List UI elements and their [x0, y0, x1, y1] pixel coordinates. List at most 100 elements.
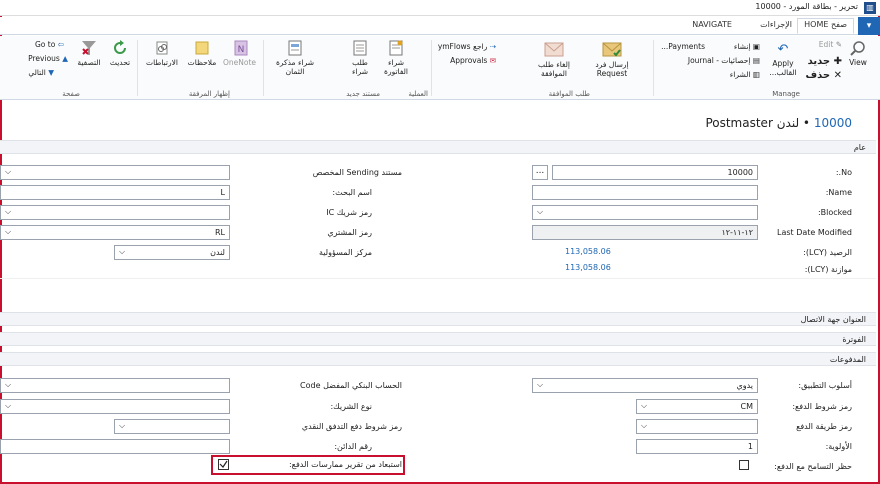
name-label: Name: [825, 188, 852, 197]
show-group-label: إظهار المرفقة [188, 90, 230, 98]
apply-template-button[interactable]: ↶ Apply القالب... [768, 42, 798, 77]
edit-icon: ✎ [835, 40, 842, 49]
edit-button[interactable]: ✎ Edit [819, 40, 842, 49]
onenote-icon: N [234, 40, 248, 56]
statistics-button[interactable]: ▤ إحصائيات - Journal [688, 56, 760, 65]
title-bar: ▥ تحرير - بطاقة المورد - 10000 [0, 0, 880, 16]
purchase-order-button[interactable]: طلب شراء [346, 40, 374, 76]
purchase-button[interactable]: ▥ الشراء [730, 70, 760, 79]
search-name-label: اسم البحث: [332, 188, 372, 197]
onenote-button[interactable]: N OneNote [223, 40, 256, 67]
go-to-button[interactable]: ⇦ Go to [35, 40, 64, 49]
payment-method-dropdown[interactable] [636, 419, 758, 434]
new-button[interactable]: ✚ جديد [808, 56, 842, 67]
send-approval-request-button[interactable]: إرسال فرد Request [590, 40, 634, 78]
partner-type-dropdown[interactable] [0, 399, 230, 414]
doc-sending-dropdown[interactable] [0, 165, 230, 180]
links-button[interactable]: الارتباطات [144, 40, 180, 67]
ribbon-separator [653, 40, 654, 96]
file-menu-button[interactable]: ▾ [858, 17, 880, 35]
svg-text:N: N [238, 45, 245, 55]
page-title: 10000 • لندن Postmaster [705, 116, 852, 130]
balance-due-value[interactable]: 113,058.06 [565, 263, 611, 272]
payment-terms-label: رمز شروط الدفع: [792, 402, 852, 411]
tab-home[interactable]: HOME صفح [797, 18, 854, 34]
check-icon [219, 460, 228, 468]
new-icon: ✚ [833, 56, 842, 67]
manage-group-label: Manage [772, 90, 800, 98]
section-general-header[interactable]: عام [0, 140, 876, 154]
section-contact-header[interactable]: العنوان جهة الاتصال [0, 312, 876, 326]
triangle-down-icon: ▼ [48, 68, 54, 77]
partner-type-label: نوع الشريك: [330, 402, 372, 411]
flows-button[interactable]: ⇢ راجع ymFlows [438, 42, 496, 51]
approvals-icon: ✉ [489, 56, 496, 65]
general-spacer [0, 278, 876, 310]
previous-button[interactable]: ▲ Previous [28, 54, 68, 63]
payment-terms-dropdown[interactable]: CM [636, 399, 758, 414]
no-field[interactable]: 10000 [552, 165, 758, 180]
refresh-button[interactable]: تحديث [108, 40, 132, 67]
section-invoicing-header[interactable]: الفوترة [0, 332, 876, 346]
purchase-icon: ▥ [752, 70, 760, 79]
block-tolerance-label: حظر التسامح مع الدفع: [774, 462, 852, 471]
invoice-icon [389, 40, 403, 56]
preferred-bank-label: الحساب البنكي المفضل Code [300, 381, 402, 390]
resp-center-dropdown[interactable]: لندن [114, 245, 230, 260]
delete-button[interactable]: ✕ حذف [806, 70, 842, 81]
next-button[interactable]: ▼ التالي [28, 68, 54, 77]
price-memo-button[interactable]: شراء مذكرة الثمان [272, 40, 318, 76]
exclude-payment-practices-checkbox[interactable] [218, 459, 229, 470]
application-method-dropdown[interactable]: يدوي [532, 378, 758, 393]
exclude-payment-practices-label: استبعاد من تقرير ممارسات الدفع: [288, 460, 402, 469]
process-group-label: العملية [408, 90, 428, 98]
no-label: No.: [835, 168, 852, 177]
no-assist-button[interactable]: ... [532, 165, 548, 180]
create-icon: ▣ [752, 42, 760, 51]
cash-flow-terms-dropdown[interactable] [114, 419, 230, 434]
ic-partner-label: رمز شريك IC [326, 208, 372, 217]
view-button[interactable]: View [848, 40, 868, 67]
cash-flow-terms-label: رمز شروط دفع التدفق النقدي [301, 422, 402, 431]
clear-filter-button[interactable]: التصفية [76, 40, 102, 67]
memo-document-icon [288, 40, 302, 56]
creditor-no-field[interactable] [0, 439, 230, 454]
creditor-no-label: رقم الدائن: [334, 442, 372, 451]
purchase-invoice-button[interactable]: شراء الفاتورة [382, 40, 410, 76]
vendor-number: 10000 [813, 116, 852, 130]
tab-navigate[interactable]: NAVIGATE [692, 20, 732, 29]
cancel-approval-request-button[interactable]: إلغاء طلب الموافقة [534, 40, 574, 78]
sticky-note-icon [195, 41, 209, 55]
balance-value[interactable]: 113,058.06 [565, 247, 611, 256]
new-doc-group-label: مستند جديد [346, 90, 380, 98]
payments-button[interactable]: Payments... [661, 42, 705, 51]
resp-center-label: مركز المسؤولية [318, 248, 372, 257]
blocked-dropdown[interactable] [532, 205, 758, 220]
link-icon [156, 41, 168, 55]
app-icon: ▥ [864, 2, 876, 14]
create-button[interactable]: ▣ إنشاء [734, 42, 760, 51]
priority-field[interactable]: 1 [636, 439, 758, 454]
undo-arrow-icon: ↶ [777, 42, 789, 57]
last-modified-label: Last Date Modified [776, 228, 852, 237]
statistics-icon: ▤ [752, 56, 760, 65]
section-payments-header[interactable]: المدفوعات [0, 352, 876, 366]
approvals-button[interactable]: ✉ Approvals [450, 56, 496, 65]
ribbon-separator [263, 40, 264, 96]
balance-label: الرصيد (LCY): [803, 248, 852, 257]
filter-clear-icon [82, 41, 96, 55]
envelope-check-icon [602, 42, 622, 57]
ribbon: View ✎ Edit ✚ جديد ✕ حذف ↶ Apply القالب.… [0, 36, 880, 100]
ic-partner-dropdown[interactable] [0, 205, 230, 220]
notes-button[interactable]: ملاحظات [186, 40, 218, 67]
tab-home-label: HOME [804, 20, 829, 29]
application-method-label: أسلوب التطبيق: [798, 381, 852, 390]
purchaser-dropdown[interactable]: RL [0, 225, 230, 240]
tab-home-label-ar: صفح [830, 20, 847, 29]
preferred-bank-dropdown[interactable] [0, 378, 230, 393]
search-name-field[interactable]: L [0, 185, 230, 200]
priority-label: الأولوية: [825, 442, 852, 451]
tab-actions[interactable]: الإجراءات [760, 20, 792, 29]
name-field[interactable] [532, 185, 758, 200]
block-tolerance-checkbox[interactable] [739, 460, 749, 470]
